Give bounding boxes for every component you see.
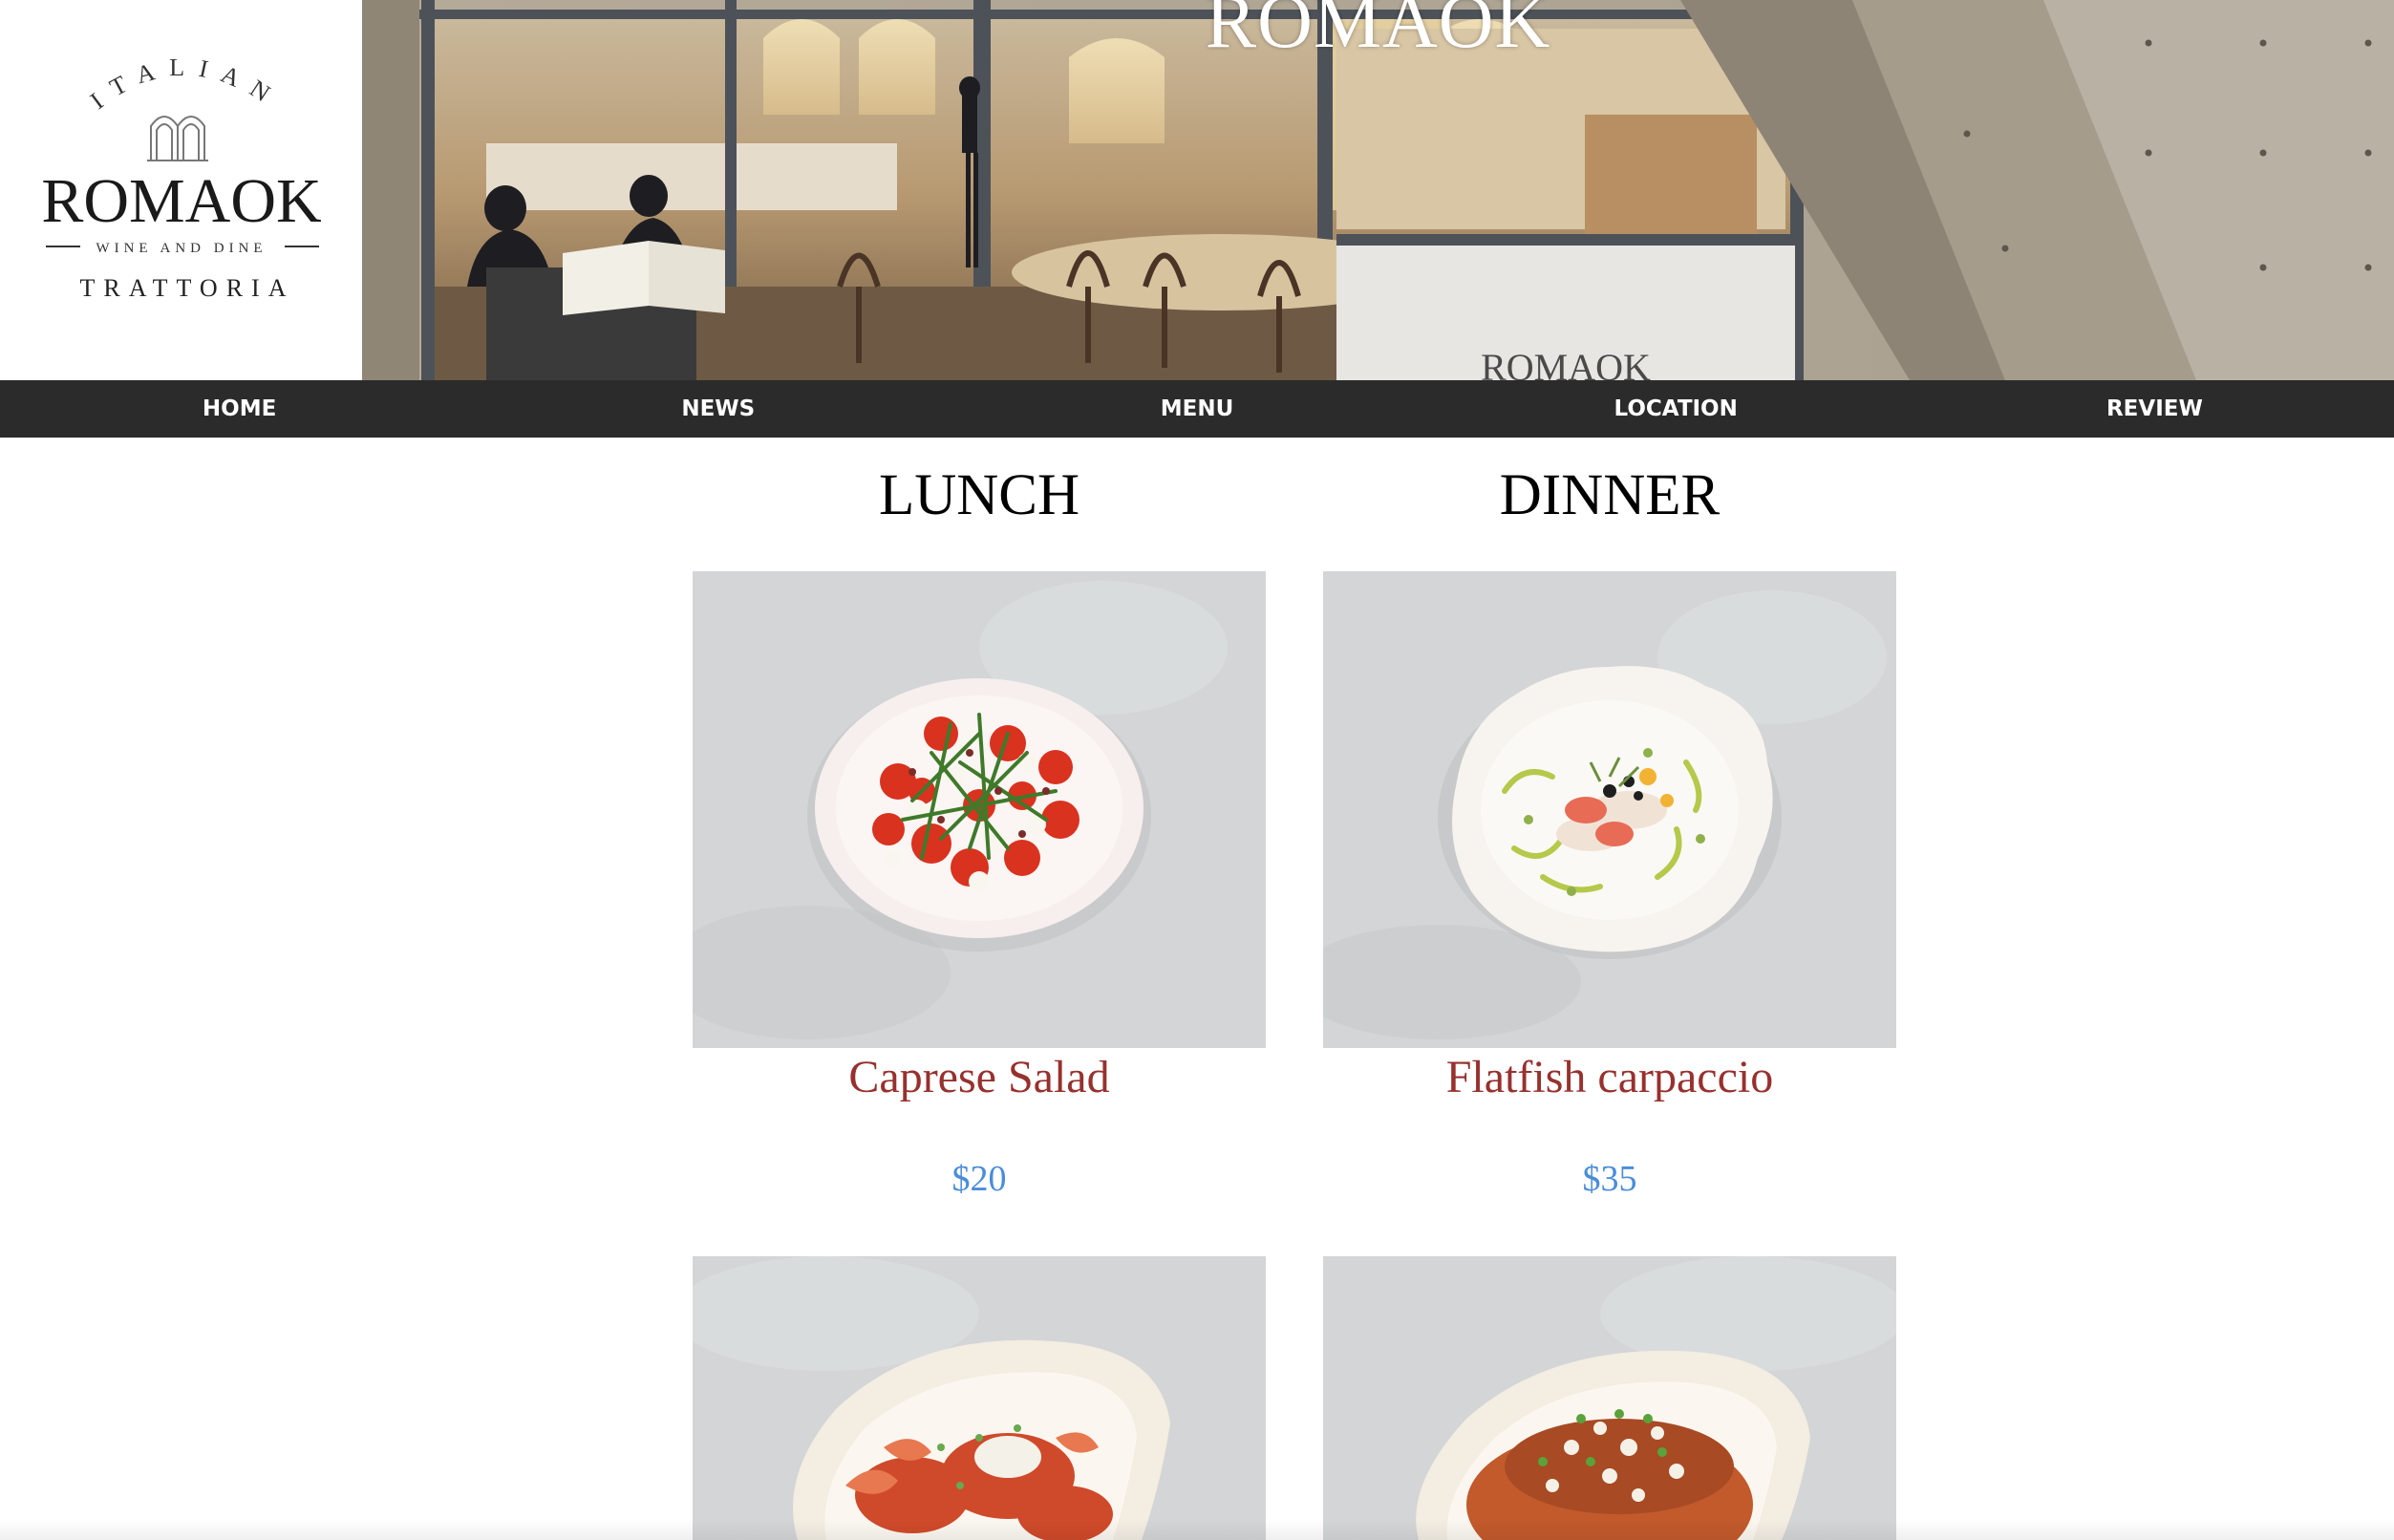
logo[interactable]: ITALIAN ROMAOK WINE AND DINE TRATTORIA: [0, 0, 362, 380]
logo-brand-text: ROMAOK: [41, 166, 321, 236]
nav-location[interactable]: LOCATION: [1437, 380, 1915, 438]
logo-tagline-text: WINE AND DINE: [96, 241, 267, 256]
scroll-fade: [0, 1519, 2394, 1540]
site-header: ITALIAN ROMAOK WINE AND DINE TRATTORIA R…: [0, 0, 2394, 380]
flatfish-carpaccio-image[interactable]: [1323, 571, 1896, 1048]
storefront-sign: ROMAOK: [1481, 346, 1651, 380]
nav-menu[interactable]: MENU: [957, 380, 1436, 438]
pasta-dish-image[interactable]: [693, 1256, 1266, 1540]
nav-review[interactable]: REVIEW: [1915, 380, 2394, 438]
nav-home[interactable]: HOME: [0, 380, 479, 438]
dish-price: $35: [1582, 1159, 1637, 1199]
romaok-logo: ITALIAN ROMAOK WINE AND DINE TRATTORIA: [41, 53, 321, 302]
dinner-heading: DINNER: [1499, 463, 1721, 527]
lunch-heading: LUNCH: [878, 463, 1080, 527]
caprese-salad-image[interactable]: [693, 571, 1266, 1048]
hero-banner: ROMAOK ROMAOK: [362, 0, 2394, 380]
hero-title: ROMAOK: [1205, 0, 1551, 64]
dish-name: Flatfish carpaccio: [1445, 1052, 1774, 1102]
ragu-dish-image[interactable]: [1323, 1256, 1896, 1540]
dish-name: Caprese Salad: [848, 1052, 1110, 1102]
dish-price: $20: [951, 1159, 1007, 1199]
logo-italian-text: ITALIAN: [85, 53, 272, 115]
arches-icon: [147, 116, 208, 161]
logo-subtitle-text: TRATTORIA: [80, 274, 295, 302]
svg-text:ITALIAN: ITALIAN: [85, 53, 286, 115]
main-nav: HOME NEWS MENU LOCATION REVIEW: [0, 380, 2394, 438]
nav-news[interactable]: NEWS: [479, 380, 957, 438]
